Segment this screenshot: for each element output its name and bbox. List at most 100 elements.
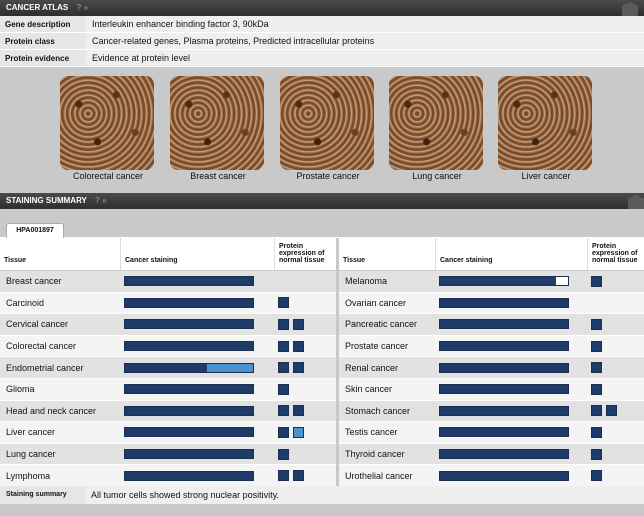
expression-square[interactable] — [591, 405, 602, 417]
cancer-staining-cell — [435, 427, 587, 438]
expression-square[interactable] — [591, 318, 602, 330]
expression-square[interactable] — [278, 426, 289, 438]
expression-square[interactable] — [591, 275, 602, 287]
tissue-name[interactable]: Carcinoid — [0, 298, 120, 308]
staining-bar[interactable] — [439, 297, 569, 308]
thumbnail-breast[interactable]: Breast cancer — [170, 76, 266, 181]
tissue-name[interactable]: Skin cancer — [339, 384, 435, 394]
tissue-name[interactable]: Endometrial cancer — [0, 363, 120, 373]
thumbnail-caption[interactable]: Colorectal cancer — [60, 171, 156, 181]
antibody-tabbar: HPA001897 — [0, 219, 644, 238]
tissue-name[interactable]: Renal cancer — [339, 363, 435, 373]
staining-bar[interactable] — [124, 384, 254, 395]
tissue-name[interactable]: Melanoma — [339, 276, 435, 286]
info-value: Cancer-related genes, Plasma proteins, P… — [86, 33, 644, 50]
expression-square[interactable] — [591, 448, 602, 460]
expression-square[interactable] — [606, 405, 617, 417]
tab-antibody[interactable]: HPA001897 — [6, 223, 64, 238]
tissue-image[interactable] — [60, 76, 154, 170]
info-label: Protein evidence — [0, 50, 86, 67]
staining-bar[interactable] — [124, 319, 254, 330]
expression-square[interactable] — [293, 340, 304, 352]
expression-square[interactable] — [591, 340, 602, 352]
expression-square[interactable] — [278, 405, 289, 417]
cancer-staining-cell — [435, 384, 587, 395]
expression-square[interactable] — [293, 362, 304, 374]
tissue-image[interactable] — [498, 76, 592, 170]
expression-square[interactable] — [591, 426, 602, 438]
staining-summary-header: STAINING SUMMARY ? » — [0, 193, 644, 209]
staining-bar-strong — [125, 298, 253, 307]
expression-square[interactable] — [278, 383, 289, 395]
expression-square[interactable] — [278, 470, 289, 482]
thumbnail-colorectal[interactable]: Colorectal cancer — [60, 76, 156, 181]
expression-square[interactable] — [591, 383, 602, 395]
staining-bar[interactable] — [124, 470, 254, 481]
staining-bar[interactable] — [439, 276, 569, 287]
staining-bar[interactable] — [439, 470, 569, 481]
cancer-staining-cell — [120, 319, 274, 330]
expression-square[interactable] — [278, 362, 289, 374]
help-link[interactable]: ? » — [95, 196, 107, 205]
staining-bar[interactable] — [439, 405, 569, 416]
staining-bar[interactable] — [124, 405, 254, 416]
normal-expression-cell — [274, 362, 336, 374]
normal-expression-cell — [274, 448, 336, 460]
tissue-name[interactable]: Glioma — [0, 384, 120, 394]
expression-square[interactable] — [278, 340, 289, 352]
staining-bar[interactable] — [124, 297, 254, 308]
expression-square[interactable] — [591, 362, 602, 374]
staining-bar[interactable] — [124, 449, 254, 460]
tissue-name[interactable]: Ovarian cancer — [339, 298, 435, 308]
tissue-name[interactable]: Stomach cancer — [339, 406, 435, 416]
staining-bar-strong — [440, 406, 568, 415]
tissue-name[interactable]: Liver cancer — [0, 427, 120, 437]
info-row-protein-evidence: Protein evidence Evidence at protein lev… — [0, 50, 644, 67]
expression-square[interactable] — [278, 448, 289, 460]
tissue-name[interactable]: Pancreatic cancer — [339, 319, 435, 329]
staining-bar[interactable] — [439, 449, 569, 460]
tissue-image[interactable] — [389, 76, 483, 170]
staining-bar[interactable] — [124, 276, 254, 287]
thumbnail-liver[interactable]: Liver cancer — [498, 76, 594, 181]
staining-bar[interactable] — [439, 319, 569, 330]
staining-bar[interactable] — [439, 362, 569, 373]
expression-square[interactable] — [293, 426, 304, 438]
tissue-name[interactable]: Head and neck cancer — [0, 406, 120, 416]
thumbnail-caption[interactable]: Breast cancer — [170, 171, 266, 181]
expression-square[interactable] — [293, 405, 304, 417]
expression-square[interactable] — [293, 470, 304, 482]
tissue-name[interactable]: Thyroid cancer — [339, 449, 435, 459]
tissue-name[interactable]: Urothelial cancer — [339, 471, 435, 481]
column-header-normal-expression: Protein expression of normal tissue — [587, 238, 644, 270]
staining-bar[interactable] — [124, 341, 254, 352]
tissue-name[interactable]: Prostate cancer — [339, 341, 435, 351]
table-row: Head and neck cancer — [0, 400, 336, 423]
tissue-name[interactable]: Lung cancer — [0, 449, 120, 459]
tissue-image[interactable] — [170, 76, 264, 170]
expression-square[interactable] — [278, 318, 289, 330]
tissue-name[interactable]: Cervical cancer — [0, 319, 120, 329]
thumbnail-caption[interactable]: Prostate cancer — [280, 171, 376, 181]
staining-bar[interactable] — [124, 362, 254, 373]
staining-bar[interactable] — [439, 427, 569, 438]
table-row: Ovarian cancer — [339, 292, 644, 315]
staining-bar[interactable] — [439, 341, 569, 352]
staining-bar[interactable] — [439, 384, 569, 395]
thumbnail-lung[interactable]: Lung cancer — [389, 76, 485, 181]
expression-square[interactable] — [293, 318, 304, 330]
expression-square[interactable] — [278, 297, 289, 309]
tissue-name[interactable]: Colorectal cancer — [0, 341, 120, 351]
help-link[interactable]: ? » — [76, 3, 88, 12]
column-header-cancer-staining: Cancer staining — [120, 238, 274, 270]
thumbnail-caption[interactable]: Liver cancer — [498, 171, 594, 181]
tissue-image[interactable] — [280, 76, 374, 170]
tissue-name[interactable]: Breast cancer — [0, 276, 120, 286]
expression-square[interactable] — [591, 470, 602, 482]
tissue-name[interactable]: Lymphoma — [0, 471, 120, 481]
thumbnail-caption[interactable]: Lung cancer — [389, 171, 485, 181]
thumbnail-prostate[interactable]: Prostate cancer — [280, 76, 376, 181]
tissue-name[interactable]: Testis cancer — [339, 427, 435, 437]
cancer-staining-cell — [435, 470, 587, 481]
staining-bar[interactable] — [124, 427, 254, 438]
